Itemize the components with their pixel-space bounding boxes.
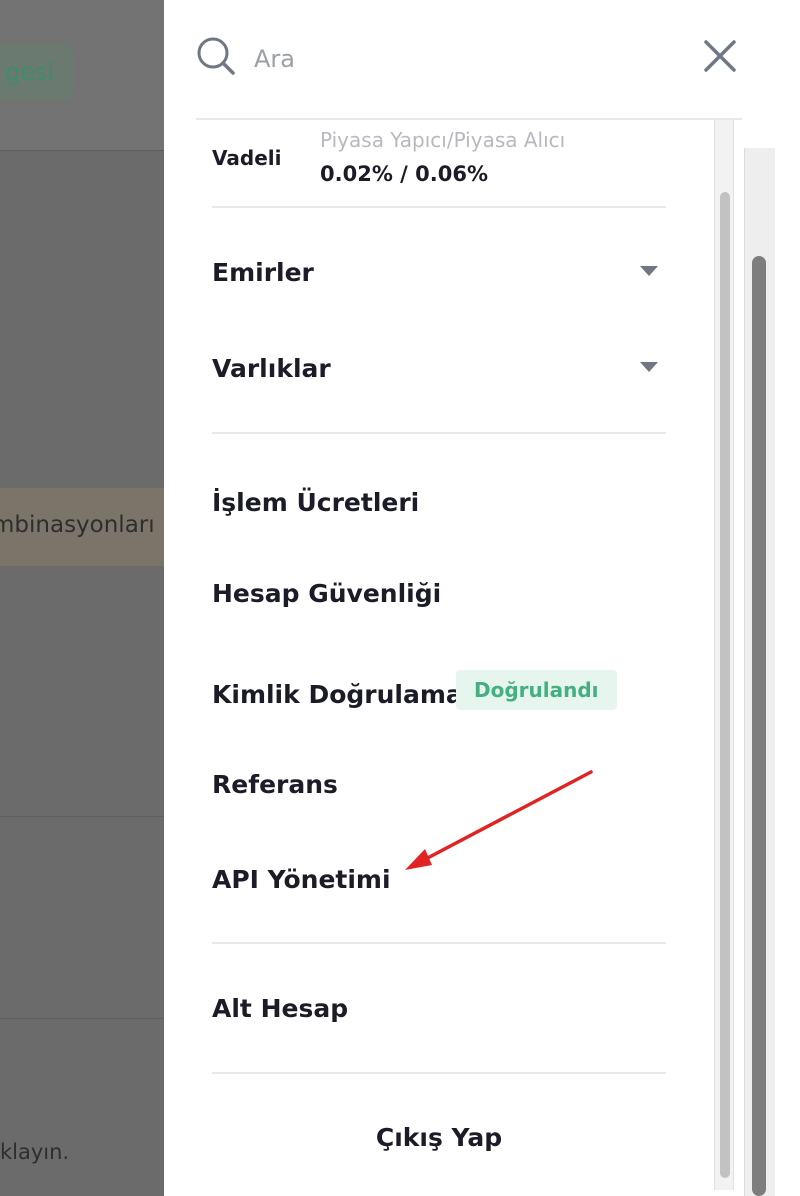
page-scrollbar-thumb[interactable] — [752, 256, 766, 1196]
menu-item-label: Alt Hesap — [212, 994, 349, 1023]
menu-item-referral[interactable]: Referans — [212, 758, 666, 812]
menu-item-label: Kimlik Doğrulama — [212, 680, 463, 709]
background-right-strip — [774, 0, 800, 1196]
caret-down-icon — [640, 266, 658, 276]
menu-item-label: Varlıklar — [212, 354, 331, 383]
side-menu-drawer: Piyasa Yapıcı/Piyasa Alıcı Vadeli 0.02% … — [164, 0, 774, 1196]
fee-value: 0.02% / 0.06% — [320, 162, 488, 186]
search-icon — [197, 37, 235, 75]
search-input[interactable] — [252, 38, 676, 80]
background-hint-text: klayın. — [0, 1140, 70, 1164]
menu-scroll-area[interactable]: Piyasa Yapıcı/Piyasa Alıcı Vadeli 0.02% … — [164, 120, 774, 1196]
fee-info: Piyasa Yapıcı/Piyasa Alıcı Vadeli 0.02% … — [212, 120, 666, 208]
menu-divider — [212, 432, 666, 434]
background-pill-text: gesi — [4, 58, 54, 86]
menu-item-account-security[interactable]: Hesap Güvenliği — [212, 567, 666, 621]
background-divider — [0, 1018, 164, 1019]
menu-item-orders[interactable]: Emirler — [212, 246, 666, 300]
background-combo-banner: mbinasyonları — [0, 488, 164, 566]
menu-item-sub-account[interactable]: Alt Hesap — [212, 982, 666, 1036]
caret-down-icon — [640, 362, 658, 372]
logout-button[interactable]: Çıkış Yap — [212, 1110, 666, 1166]
menu-item-identity-verification[interactable]: Kimlik Doğrulama Doğrulandı — [212, 668, 666, 722]
menu-item-api-management[interactable]: API Yönetimi — [212, 853, 666, 907]
close-icon[interactable] — [700, 36, 740, 76]
menu-divider — [212, 942, 666, 944]
menu-item-label: Referans — [212, 770, 338, 799]
background-divider — [0, 816, 164, 817]
verified-badge: Doğrulandı — [456, 670, 617, 710]
menu-item-label: Emirler — [212, 258, 314, 287]
background-combo-text: mbinasyonları — [0, 512, 155, 538]
menu-scrollbar-thumb[interactable] — [720, 192, 730, 1178]
menu-item-label: API Yönetimi — [212, 865, 391, 894]
menu-divider — [212, 1072, 666, 1074]
menu-item-assets[interactable]: Varlıklar — [212, 342, 666, 396]
menu-item-label: Hesap Güvenliği — [212, 579, 442, 608]
fee-sub-label: Piyasa Yapıcı/Piyasa Alıcı — [320, 128, 566, 152]
menu-item-trading-fees[interactable]: İşlem Ücretleri — [212, 476, 666, 530]
background-pill: gesi — [0, 44, 74, 100]
fee-label: Vadeli — [212, 146, 282, 170]
menu-item-label: İşlem Ücretleri — [212, 488, 420, 517]
search-bar — [196, 0, 742, 120]
background-divider — [0, 150, 164, 151]
